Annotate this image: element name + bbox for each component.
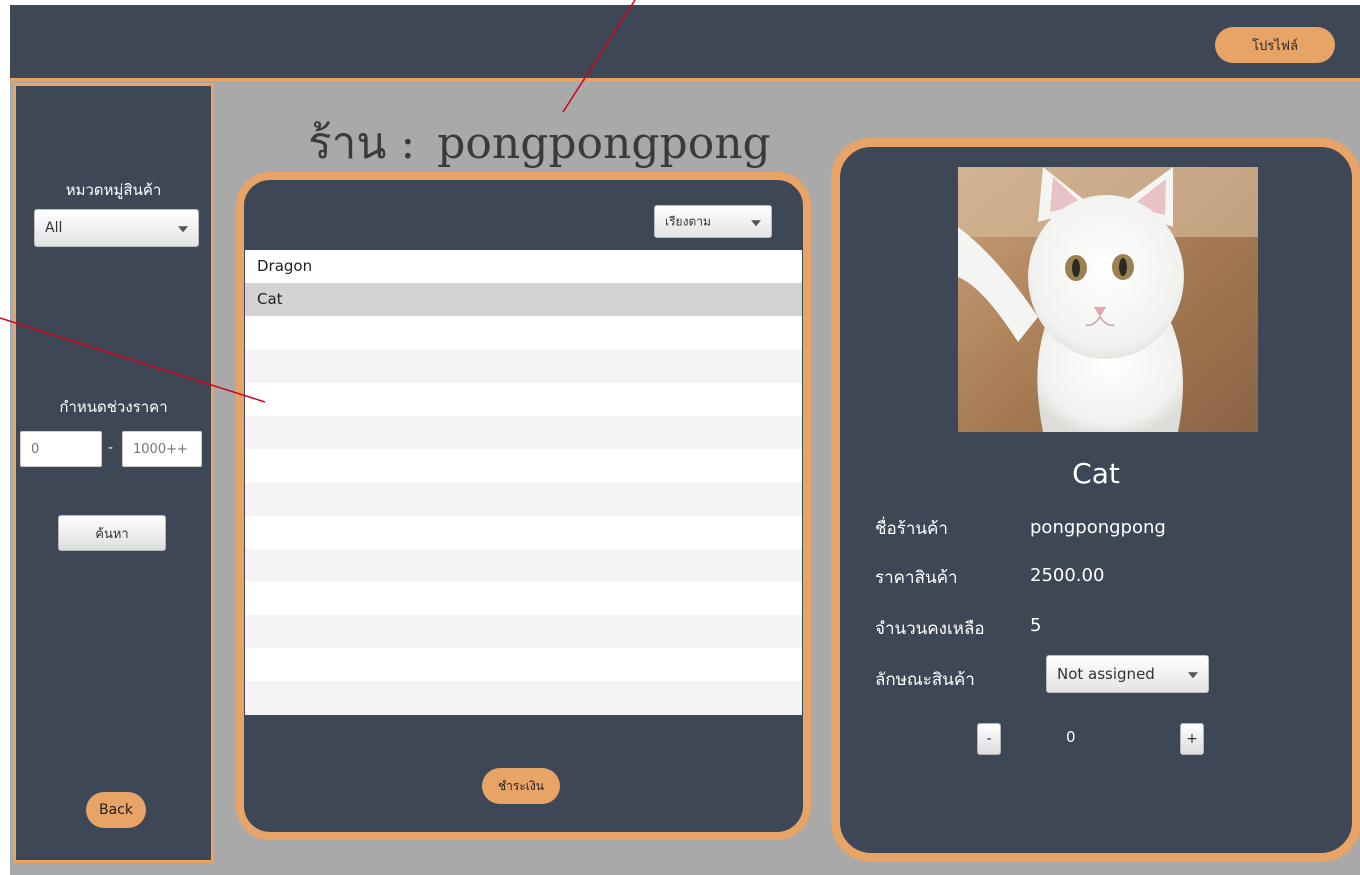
annotation-lines <box>0 0 636 403</box>
